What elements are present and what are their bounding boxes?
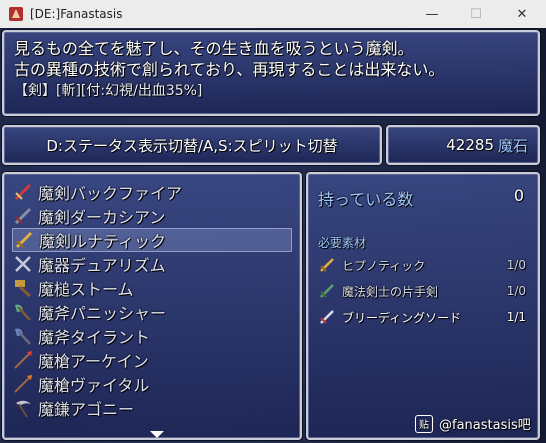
material-count: 1/1 [506,310,526,324]
sword-dark-icon [14,207,32,225]
item-name: 魔剣ダーカシアン [38,208,166,227]
list-item[interactable]: 魔槌ストーム [12,276,292,300]
help-text: D:ステータス表示切替/A,S:スピリット切替 [46,136,338,155]
material-name: 魔法剣士の片手剣 [342,284,439,299]
material-row: ヒプノティック 1/0 [318,253,528,277]
owned-count: 0 [513,186,524,205]
material-count: 1/0 [506,284,526,298]
material-row: ブリーディングソード 1/1 [318,305,528,329]
maximize-button[interactable]: ☐ [454,0,498,28]
scroll-down-icon[interactable] [150,431,164,438]
list-item[interactable]: 魔剣バックファイア [12,180,292,204]
sword-gold-icon [15,231,33,249]
description-line-2: 古の異種の技術で創られており、再現することは出来ない。 [14,60,445,79]
list-item[interactable]: 魔斧タイラント [12,324,292,348]
spear-orange-icon [14,375,32,393]
item-name: 魔槍アーケイン [38,352,149,371]
item-name: 魔器デュアリズム [38,256,166,275]
close-button[interactable]: ✕ [500,0,544,28]
list-item[interactable]: 魔器デュアリズム [12,252,292,276]
description-line-1: 見るもの全てを魅了し、その生き血を吸うという魔剣。 [14,39,414,58]
owned-label: 持っている数 [318,190,414,209]
list-item-selected[interactable]: 魔剣ルナティック [12,228,292,252]
list-item[interactable]: 魔槍アーケイン [12,348,292,372]
watermark: 贴 @fanastasis吧 [415,414,531,433]
item-list: 魔剣バックファイア 魔剣ダーカシアン 魔剣ルナティック 魔器デュアリズム 魔槌ス… [2,172,302,440]
required-materials-label: 必要素材 [318,236,367,250]
axe-green-icon [15,304,31,321]
item-name: 魔剣ルナティック [39,232,167,251]
item-name: 魔斧タイラント [38,328,151,347]
item-name: 魔槌ストーム [38,280,134,299]
material-name: ヒプノティック [342,258,426,273]
watermark-text: @fanastasis吧 [439,418,531,433]
spear-red-icon [14,351,32,369]
app-icon [9,7,23,21]
currency-unit: 魔石 [497,136,528,155]
item-name: 魔斧パニッシャー [38,304,167,323]
axe-blue-icon [15,328,31,345]
item-name: 魔鎌アゴニー [38,400,135,419]
game-screen: 見るもの全てを魅了し、その生き血を吸うという魔剣。 古の異種の技術で創られており… [0,28,546,443]
window-title: [DE:]Fanastasis [30,7,123,21]
item-info-panel: 持っている数 0 必要素材 ヒプノティック 1/0 魔法剣士の片手剣 1/0 ブ… [306,172,540,440]
description-panel: 見るもの全てを魅了し、その生き血を吸うという魔剣。 古の異種の技術で創られており… [2,30,540,116]
minimize-button[interactable]: — [410,0,454,28]
window-titlebar: [DE:]Fanastasis — ☐ ✕ [0,0,546,28]
crossed-blades-icon [15,256,31,272]
owned-row: 持っている数 0 [318,186,528,210]
material-name: ブリーディングソード [342,310,462,325]
list-item[interactable]: 魔槍ヴァイタル [12,372,292,396]
help-panel: D:ステータス表示切替/A,S:スピリット切替 [2,125,382,165]
material-row: 魔法剣士の片手剣 1/0 [318,279,528,303]
sword-red-icon [14,183,32,201]
watermark-badge-icon: 贴 [415,414,433,433]
list-item[interactable]: 魔鎌アゴニー [12,396,292,420]
sword-gold-icon [320,258,334,272]
item-name: 魔槍ヴァイタル [38,376,150,395]
list-item[interactable]: 魔剣ダーカシアン [12,204,292,228]
material-count: 1/0 [506,258,526,272]
scythe-icon [16,400,31,418]
currency-panel: 42285 魔石 [386,125,540,165]
sword-green-icon [320,284,334,298]
hammer-icon [15,280,32,298]
currency-amount: 42285 [446,136,494,154]
sword-blood-icon [320,310,334,324]
list-item[interactable]: 魔斧パニッシャー [12,300,292,324]
item-name: 魔剣バックファイア [38,184,183,203]
item-tags: 【剣】[斬][付:幻視/出血35%] [14,83,203,99]
